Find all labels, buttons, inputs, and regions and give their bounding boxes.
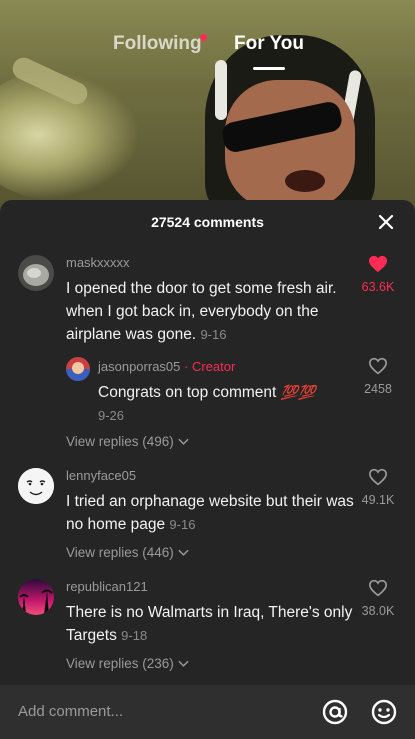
view-replies-button[interactable]: View replies (496) (66, 434, 189, 449)
comments-panel: 27524 comments maskxxxxx I opened the do… (0, 200, 415, 739)
hundred-points-emoji: 💯💯 (280, 384, 316, 400)
chevron-down-icon (177, 549, 189, 556)
tab-for-you[interactable]: For You (234, 33, 304, 55)
chevron-down-icon (177, 660, 189, 667)
heart-outline-icon[interactable] (368, 468, 388, 486)
avatar[interactable] (18, 255, 54, 291)
comment-text: I opened the door to get some fresh air.… (66, 277, 361, 346)
view-replies-button[interactable]: View replies (446) (66, 545, 189, 560)
emoji-icon[interactable] (370, 698, 398, 726)
view-replies-button[interactable]: View replies (236) (66, 656, 189, 671)
add-comment-input[interactable]: Add comment... (18, 703, 123, 720)
avatar[interactable] (18, 468, 54, 504)
reply-body: Congrats on top comment (98, 384, 277, 401)
comments-count: 27524 comments (151, 214, 264, 230)
active-tab-indicator (253, 67, 285, 70)
reply-like-count: 2458 (364, 382, 392, 396)
comment-text: I tried an orphanage website but their w… (66, 490, 361, 536)
reply-avatar[interactable] (66, 357, 90, 381)
comment-date: 9-16 (169, 517, 196, 532)
chevron-down-icon (177, 438, 189, 445)
comment-username[interactable]: republican121 (66, 579, 148, 594)
like-button[interactable]: 49.1K (349, 468, 407, 507)
like-button[interactable]: 38.0K (349, 579, 407, 618)
feed-tabs: Following For You (0, 33, 415, 73)
reply-text: Congrats on top comment 💯💯 9-26 (98, 381, 358, 427)
creator-badge: · Creator (184, 359, 236, 374)
like-count: 49.1K (361, 493, 395, 507)
heart-outline-icon[interactable] (368, 357, 388, 375)
notification-dot (200, 34, 207, 41)
comment-body: There is no Walmarts in Iraq, There's on… (66, 604, 353, 644)
like-count: 63.6K (361, 280, 395, 294)
heart-filled-icon[interactable] (368, 255, 388, 273)
reply-username: jasonporras05 · Creator (98, 359, 235, 374)
tab-following[interactable]: Following (113, 33, 202, 55)
avatar[interactable] (18, 579, 54, 615)
reply-like-button[interactable]: 2458 (349, 357, 407, 396)
reply-username-text[interactable]: jasonporras05 (98, 359, 180, 374)
comment-text: There is no Walmarts in Iraq, There's on… (66, 601, 361, 647)
comment-username[interactable]: lennyface05 (66, 468, 136, 483)
close-icon[interactable] (375, 211, 397, 233)
comment-input-bar: Add comment... (0, 685, 415, 739)
like-button[interactable]: 63.6K (349, 255, 407, 294)
reply-date: 9-26 (98, 408, 125, 423)
mention-at-icon[interactable] (321, 698, 349, 726)
comment-username[interactable]: maskxxxxx (66, 255, 130, 270)
comment-body: I tried an orphanage website but their w… (66, 493, 354, 533)
heart-outline-icon[interactable] (368, 579, 388, 597)
like-count: 38.0K (361, 604, 395, 618)
person-mouth (285, 170, 325, 192)
comment-date: 9-16 (200, 327, 227, 342)
comment-date: 9-18 (121, 628, 148, 643)
